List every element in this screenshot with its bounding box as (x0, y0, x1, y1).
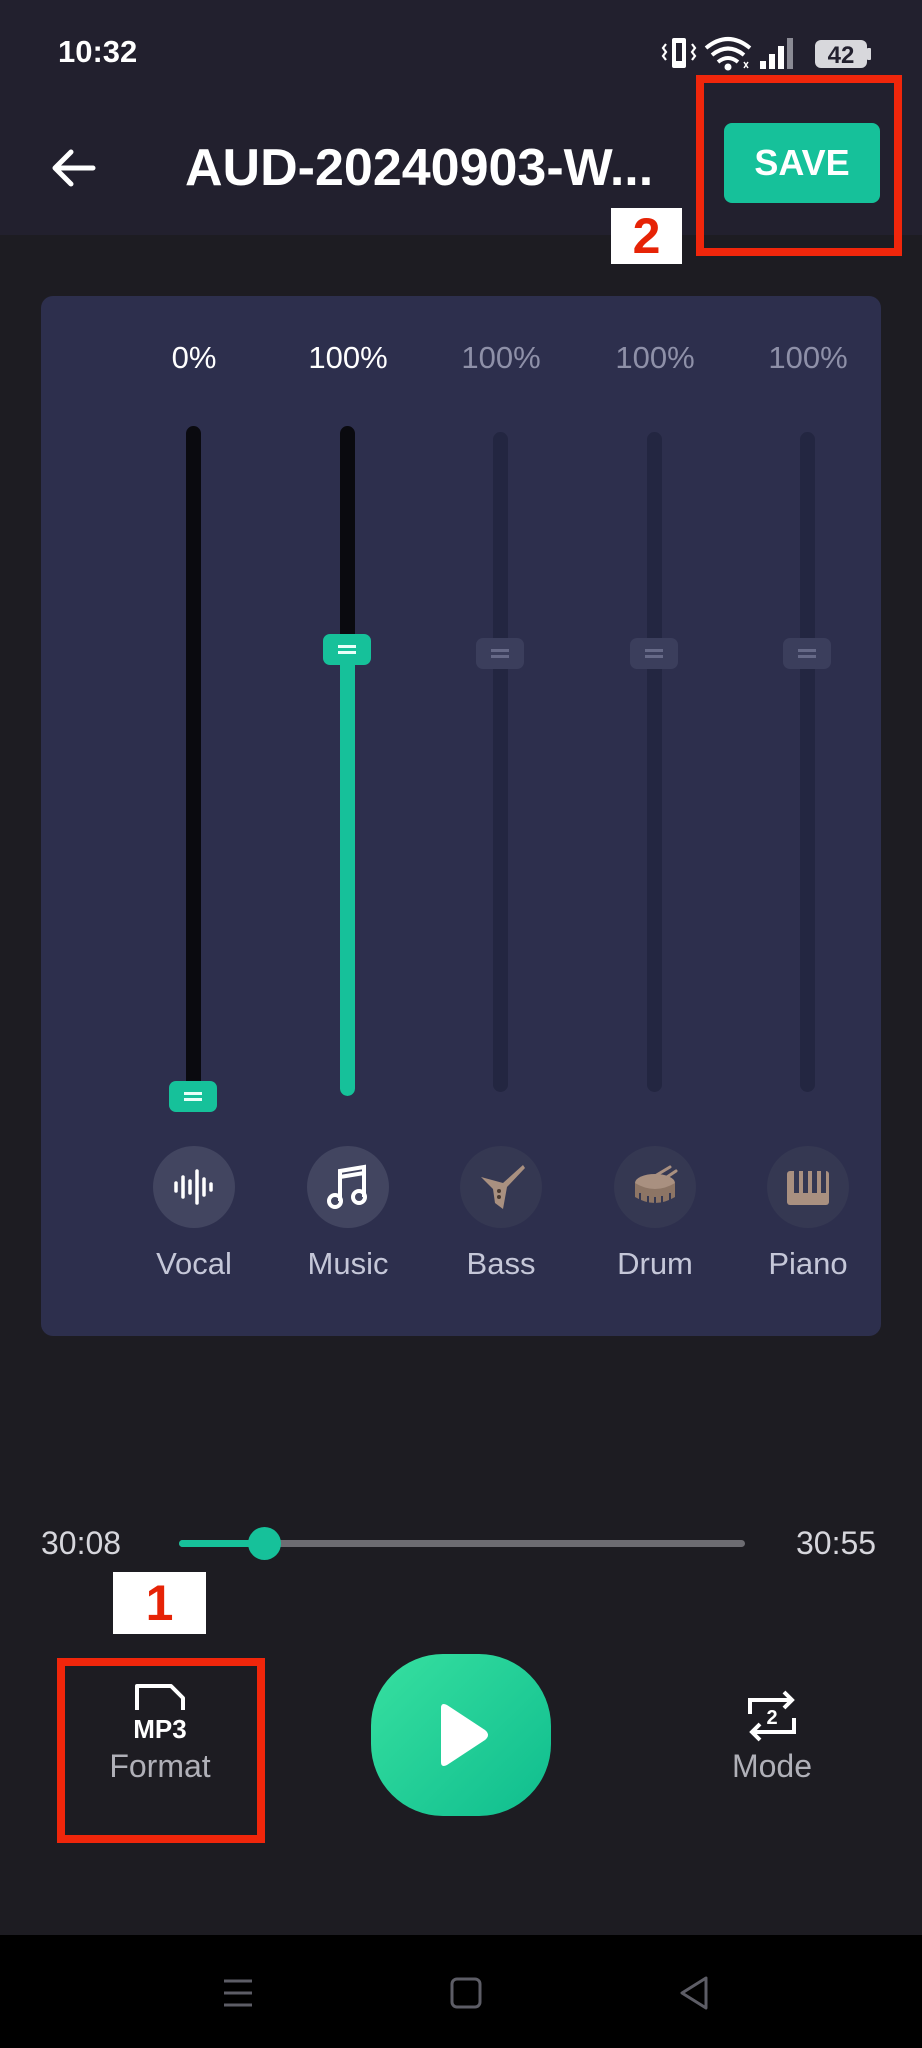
status-time: 10:32 (58, 34, 138, 69)
playback-seekbar[interactable] (179, 1527, 745, 1560)
recent-apps-button[interactable] (208, 1963, 268, 2023)
channel-label: Vocal (156, 1246, 232, 1281)
channel-percent: 100% (461, 340, 541, 375)
channel-percent: 100% (308, 340, 388, 375)
channel-percent: 100% (768, 340, 848, 375)
file-title: AUD-20240903-W... (185, 139, 654, 197)
guitar-icon (481, 1165, 525, 1209)
signal-icon (760, 38, 793, 69)
home-button[interactable] (436, 1963, 496, 2023)
channel-label: Piano (768, 1246, 848, 1281)
channel-percent: 0% (171, 340, 217, 375)
mode-button[interactable]: 2 Mode (672, 1660, 872, 1840)
channel-toggle-bass[interactable] (460, 1146, 542, 1228)
channel-bass: 100% Bass (426, 296, 576, 1336)
channel-label: Drum (617, 1246, 693, 1281)
channel-drum: 100% Drum (580, 296, 730, 1336)
status-icons: 42 (660, 34, 875, 72)
home-icon (450, 1977, 482, 2009)
drum-icon (635, 1165, 678, 1205)
volume-slider-handle[interactable] (476, 638, 524, 669)
menu-icon (224, 1979, 252, 2007)
volume-track[interactable] (647, 432, 662, 1092)
annotation-label-2: 2 (611, 208, 682, 264)
back-button[interactable] (40, 135, 106, 201)
volume-fill (340, 652, 355, 1096)
system-nav-bar (0, 1935, 922, 2048)
play-icon (441, 1704, 488, 1766)
channel-music: 100% Music (273, 296, 423, 1336)
volume-track[interactable] (800, 432, 815, 1092)
volume-slider-handle[interactable] (630, 638, 678, 669)
channel-toggle-drum[interactable] (614, 1146, 696, 1228)
channel-label: Music (307, 1246, 389, 1281)
seekbar-handle[interactable] (247, 1527, 281, 1560)
channel-percent: 100% (615, 340, 695, 375)
mixer-panel: 0% Vocal 100% Music 100% Bass 100% Drum … (41, 296, 881, 1336)
mode-icon-text: 2 (766, 1707, 777, 1729)
annotation-box-format (57, 1658, 265, 1843)
channel-toggle-piano[interactable] (767, 1146, 849, 1228)
music-note-icon (327, 1164, 367, 1209)
channel-label: Bass (466, 1246, 536, 1281)
back-triangle-icon (680, 1976, 708, 2010)
vibrate-icon (661, 38, 697, 68)
total-time: 30:55 (796, 1525, 877, 1561)
volume-track[interactable] (493, 432, 508, 1092)
piano-icon (787, 1171, 829, 1205)
repeat-mode-icon: 2 (748, 1690, 796, 1742)
current-time: 30:08 (41, 1525, 122, 1561)
waveform-icon (174, 1169, 213, 1205)
annotation-box-save (696, 75, 902, 256)
volume-slider-handle[interactable] (783, 638, 831, 669)
channel-vocal: 0% Vocal (119, 296, 269, 1336)
annotation-label-1: 1 (113, 1572, 206, 1634)
wifi-icon (704, 37, 752, 71)
play-button[interactable] (371, 1654, 551, 1816)
volume-slider-handle[interactable] (169, 1081, 217, 1112)
mode-label: Mode (731, 1748, 813, 1784)
channel-toggle-music[interactable] (307, 1146, 389, 1228)
battery-level: 42 (828, 42, 855, 69)
arrow-left-icon (52, 149, 96, 187)
system-back-button[interactable] (664, 1963, 724, 2023)
channel-piano: 100% Piano (733, 296, 883, 1336)
volume-track[interactable] (186, 426, 201, 1096)
channel-toggle-vocal[interactable] (153, 1146, 235, 1228)
volume-slider-handle[interactable] (323, 634, 371, 665)
